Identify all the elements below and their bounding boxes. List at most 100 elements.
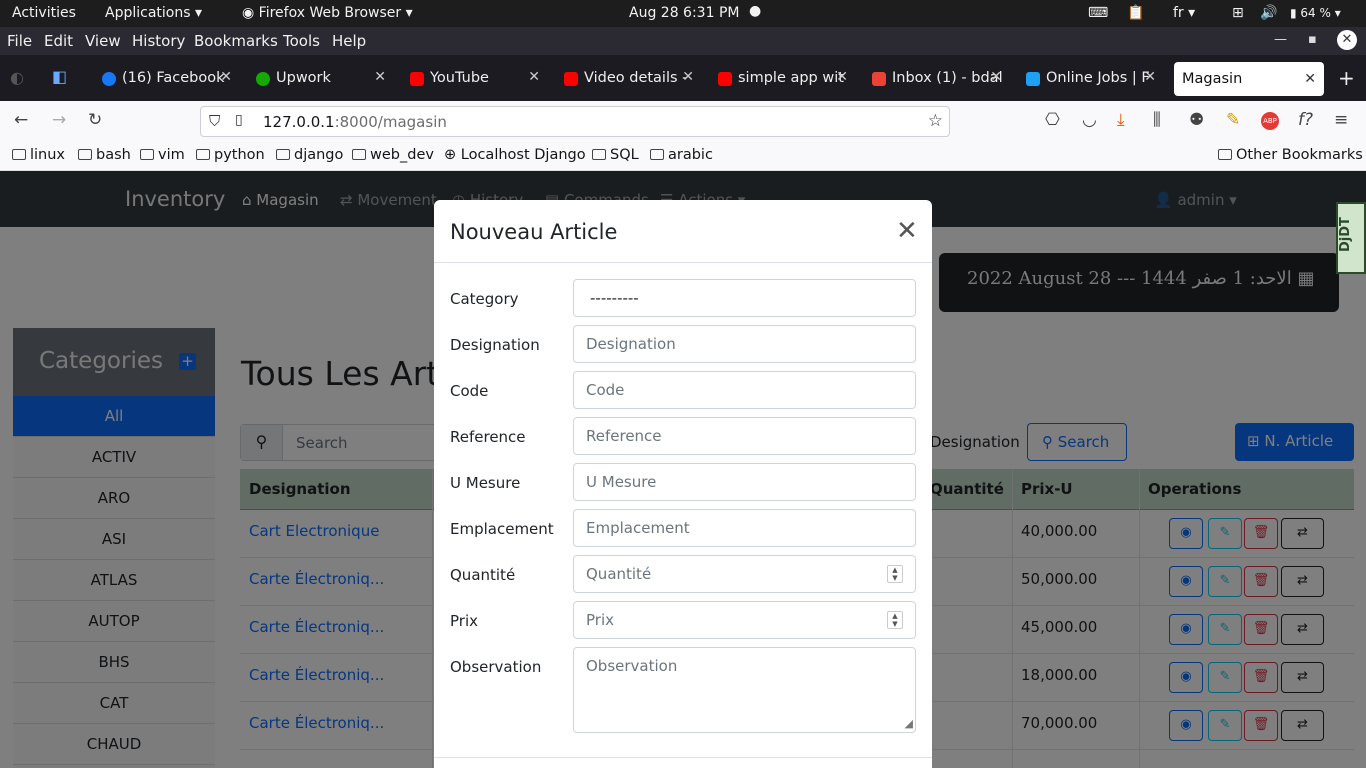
volume-icon[interactable]: 🔊 [1260, 5, 1277, 21]
menu-bookmarks[interactable]: Bookmarks [194, 32, 278, 50]
menu-tools[interactable]: Tools [283, 32, 320, 50]
reference-input[interactable]: Reference [573, 417, 916, 455]
modal-header: Nouveau Article ✕ [434, 200, 932, 263]
close-tab-icon[interactable]: ✕ [682, 69, 694, 85]
quantite-placeholder: Quantité [586, 565, 652, 583]
category-label: Category [450, 290, 519, 308]
bookmark-label: django [294, 147, 344, 163]
url-text[interactable]: 127.0.0.1:8000/magasin [263, 113, 447, 131]
django-debug-toolbar-handle[interactable]: DjDT [1336, 202, 1366, 274]
new-tab-icon[interactable]: + [1338, 66, 1355, 90]
menu-file[interactable]: File [7, 32, 32, 50]
url-path: :8000/magasin [334, 113, 447, 131]
url-bar[interactable]: ⛉ ▯ 127.0.0.1:8000/magasin ☆ [200, 106, 950, 137]
bookmark-folder[interactable]: linux [12, 147, 65, 163]
menu-edit[interactable]: Edit [44, 32, 73, 50]
back-icon[interactable]: ← [14, 110, 28, 130]
battery-indicator[interactable]: ▮ 64 % ▾ [1290, 6, 1341, 20]
menu-help[interactable]: Help [332, 32, 366, 50]
bookmark-folder[interactable]: SQL [592, 147, 639, 163]
other-bookmarks[interactable]: Other Bookmarks [1218, 147, 1363, 163]
quantite-input[interactable]: Quantité ▲ ▼ [573, 555, 916, 593]
code-input[interactable]: Code [573, 371, 916, 409]
tab-facebook[interactable]: (16) Facebook ✕ [100, 64, 236, 94]
network-icon[interactable]: ⊞ [1232, 5, 1244, 21]
firefox-app-menu[interactable]: ◉ Firefox Web Browser ▾ [242, 5, 413, 21]
activities-button[interactable]: Activities [12, 5, 76, 21]
close-tab-icon[interactable]: ✕ [836, 69, 848, 85]
bookmark-folder[interactable]: arabic [650, 147, 713, 163]
bookmark-label: python [214, 147, 265, 163]
prix-label: Prix [450, 612, 478, 630]
folder-icon [1218, 149, 1232, 160]
tab-youtube[interactable]: YouTube ✕ [408, 64, 544, 94]
observation-textarea[interactable]: Observation ◢ [573, 647, 916, 733]
tab-video-details[interactable]: Video details - ✕ [562, 64, 698, 94]
resize-grip-icon[interactable]: ◢ [905, 717, 913, 730]
tab-online-jobs[interactable]: Online Jobs | F ✕ [1024, 64, 1160, 94]
tab-label: Magasin [1182, 71, 1243, 87]
notification-dot-icon: ● [749, 3, 762, 19]
designation-input[interactable]: Designation [573, 325, 916, 363]
prix-input[interactable]: Prix ▲ ▼ [573, 601, 916, 639]
umesure-input[interactable]: U Mesure [573, 463, 916, 501]
bookmark-folder[interactable]: vim [140, 147, 185, 163]
modal-title: Nouveau Article [450, 220, 618, 244]
emplacement-input[interactable]: Emplacement [573, 509, 916, 547]
pocket-tab-icon[interactable]: ◧ [52, 67, 67, 86]
close-tab-icon[interactable]: ✕ [1304, 71, 1316, 87]
modal-footer-divider [434, 757, 932, 758]
forward-icon[interactable]: → [52, 110, 66, 130]
hamburger-menu-icon[interactable]: ≡ [1334, 110, 1348, 130]
github-icon[interactable]: ⚉ [1189, 110, 1204, 130]
minimize-icon[interactable]: — [1274, 32, 1287, 47]
bookmark-folder[interactable]: django [276, 147, 343, 163]
reload-icon[interactable]: ↻ [88, 110, 102, 130]
bookmark-star-icon[interactable]: ☆ [928, 111, 943, 131]
clock[interactable]: Aug 28 6:31 PM [629, 5, 739, 21]
shield-icon[interactable]: ⛉ [209, 112, 220, 130]
close-icon[interactable]: ✕ [896, 216, 918, 246]
extension-icon[interactable]: ⎔ [1045, 110, 1060, 130]
folder-icon [12, 149, 26, 160]
close-tab-icon[interactable]: ✕ [220, 69, 232, 85]
tab-label: YouTube [430, 70, 489, 86]
firefox-view-icon[interactable]: ◐ [10, 68, 24, 87]
bookmark-folder[interactable]: web_dev [352, 147, 434, 163]
bookmark-folder[interactable]: bash [78, 147, 131, 163]
menu-view[interactable]: View [85, 32, 121, 50]
keyboard-icon[interactable]: ⌨ [1088, 5, 1108, 21]
clipboard-icon[interactable]: 📋 [1127, 5, 1144, 21]
close-tab-icon[interactable]: ✕ [990, 69, 1002, 85]
number-spinner-icon[interactable]: ▲ ▼ [887, 611, 903, 629]
maximize-icon[interactable]: ▪ [1308, 32, 1317, 47]
pocket-icon[interactable]: ◡ [1082, 110, 1097, 130]
formula-icon[interactable]: f? [1298, 110, 1313, 130]
bookmark-folder[interactable]: python [196, 147, 265, 163]
tab-gmail[interactable]: Inbox (1) - bdal ✕ [870, 64, 1006, 94]
number-spinner-icon[interactable]: ▲ ▼ [887, 565, 903, 583]
tab-upwork[interactable]: Upwork ✕ [254, 64, 390, 94]
umesure-placeholder: U Mesure [586, 473, 657, 491]
close-tab-icon[interactable]: ✕ [1144, 69, 1156, 85]
applications-menu[interactable]: Applications ▾ [105, 5, 202, 21]
menu-history[interactable]: History [132, 32, 185, 50]
bookmark-link[interactable]: ⊕ Localhost Django [444, 147, 586, 163]
tab-simple-app[interactable]: simple app wit ✕ [716, 64, 852, 94]
close-window-icon[interactable]: ✕ [1337, 30, 1357, 50]
onlinejobs-icon [1026, 72, 1040, 86]
library-icon[interactable]: ⫼ [1153, 110, 1161, 130]
close-tab-icon[interactable]: ✕ [374, 69, 386, 85]
language-selector[interactable]: fr ▾ [1173, 5, 1195, 21]
bookmark-label: linux [30, 147, 66, 163]
downloads-icon[interactable]: ⤓ [1117, 110, 1125, 130]
adblock-icon[interactable]: ABP [1261, 112, 1279, 130]
extension-brush-icon[interactable]: ✎ [1226, 110, 1240, 130]
page-icon[interactable]: ▯ [235, 112, 243, 128]
category-select[interactable]: --------- [573, 279, 916, 317]
tab-magasin[interactable]: Magasin ✕ [1174, 62, 1324, 96]
folder-icon [140, 149, 154, 160]
observation-placeholder: Observation [586, 657, 678, 675]
bookmark-label: vim [158, 147, 185, 163]
close-tab-icon[interactable]: ✕ [528, 69, 540, 85]
